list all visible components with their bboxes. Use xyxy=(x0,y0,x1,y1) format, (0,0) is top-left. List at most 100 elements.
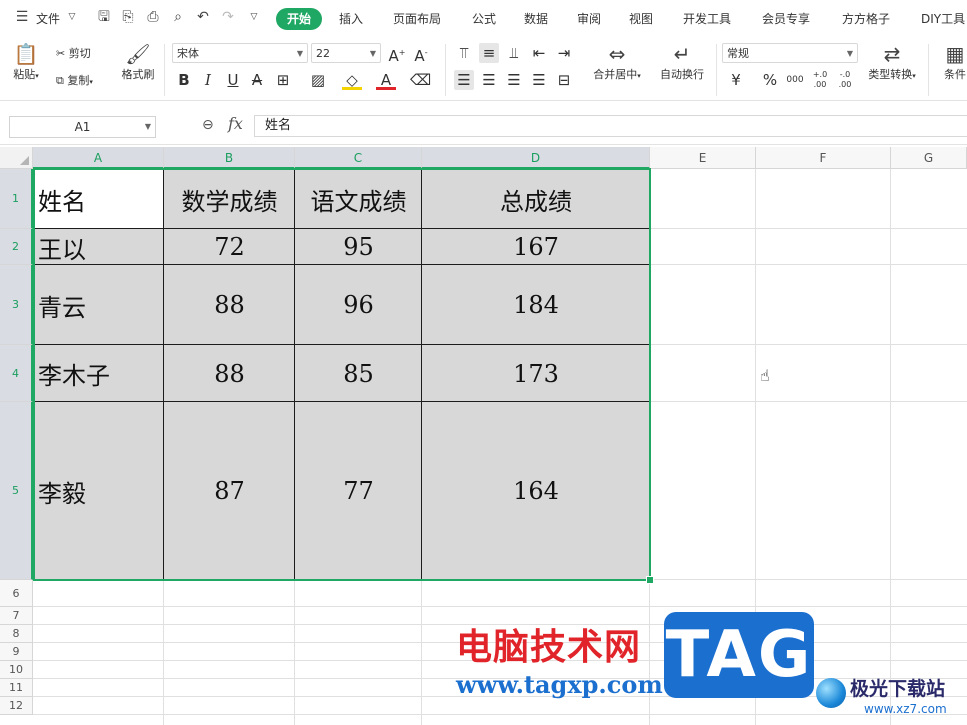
distributed-icon[interactable]: ⊟ xyxy=(554,70,574,90)
column-header-a[interactable]: A xyxy=(33,147,164,169)
cell-b3[interactable]: 88 xyxy=(164,265,295,345)
cell-a3[interactable]: 青云 xyxy=(33,265,164,345)
cell-d2[interactable]: 167 xyxy=(422,229,650,265)
hamburger-menu-icon[interactable]: ☰ xyxy=(14,9,30,25)
fx-icon[interactable]: fx xyxy=(228,114,243,133)
decrease-decimal-button[interactable]: -.0 .00 xyxy=(835,70,855,90)
percent-button[interactable]: % xyxy=(760,70,780,90)
cell-d1[interactable]: 总成绩 xyxy=(422,169,650,229)
select-all-corner[interactable] xyxy=(0,147,33,169)
strikethrough-icon[interactable]: A xyxy=(247,70,267,90)
fill-pattern-icon[interactable]: ▨ xyxy=(308,70,328,90)
tab-diy-tools[interactable]: DIY工具 xyxy=(921,10,965,27)
tab-view[interactable]: 视图 xyxy=(629,10,653,27)
fill-handle[interactable] xyxy=(646,576,654,584)
align-left-icon[interactable]: ☰ xyxy=(454,70,474,90)
number-format-select[interactable]: 常规 ▼ xyxy=(722,43,858,63)
cell-c3[interactable]: 96 xyxy=(295,265,422,345)
justify-icon[interactable]: ☰ xyxy=(529,70,549,90)
column-header-c[interactable]: C xyxy=(295,147,422,169)
bold-button[interactable]: B xyxy=(174,70,194,90)
row-header-12[interactable]: 12 xyxy=(0,697,33,715)
conditional-format-button[interactable]: ▦ 条件 xyxy=(940,42,967,82)
copy-button[interactable]: ⧉ 复制▾ xyxy=(56,72,93,88)
undo-icon[interactable]: ↶ xyxy=(195,9,211,25)
cell-b1[interactable]: 数学成绩 xyxy=(164,169,295,229)
cell-d4[interactable]: 173 xyxy=(422,345,650,402)
column-header-f[interactable]: F xyxy=(756,147,891,169)
chevron-down-icon[interactable]: ▼ xyxy=(145,117,151,137)
tab-page-layout[interactable]: 页面布局 xyxy=(393,10,441,27)
row-header-9[interactable]: 9 xyxy=(0,643,33,661)
cell-a5[interactable]: 李毅 xyxy=(33,402,164,580)
zoom-search-icon[interactable]: ⊖ xyxy=(202,117,214,133)
cell-c5[interactable]: 77 xyxy=(295,402,422,580)
quick-access-more-icon[interactable]: ▽ xyxy=(246,9,262,25)
align-middle-icon[interactable]: ≡ xyxy=(479,43,499,63)
tab-member[interactable]: 会员专享 xyxy=(762,10,810,27)
redo-icon[interactable]: ↷ xyxy=(220,9,236,25)
export-pdf-icon[interactable]: ⎘ xyxy=(120,9,136,25)
row-header-3[interactable]: 3 xyxy=(0,265,33,345)
decrease-indent-icon[interactable]: ⇤ xyxy=(529,43,549,63)
font-name-select[interactable]: 宋体 ▼ xyxy=(172,43,308,63)
format-painter-button[interactable]: 🖌 格式刷 xyxy=(118,42,158,82)
fill-color-icon[interactable]: ◇ xyxy=(342,70,362,90)
name-box[interactable]: A1 ▼ xyxy=(9,116,156,138)
border-icon[interactable]: ⊞ xyxy=(273,70,293,90)
wrap-text-button[interactable]: ↵ 自动换行 xyxy=(654,42,710,82)
print-preview-icon[interactable]: ⌕ xyxy=(170,9,186,25)
font-color-icon[interactable]: A xyxy=(376,70,396,90)
increase-indent-icon[interactable]: ⇥ xyxy=(554,43,574,63)
tab-fangfang[interactable]: 方方格子 xyxy=(842,10,890,27)
cell-b2[interactable]: 72 xyxy=(164,229,295,265)
column-header-e[interactable]: E xyxy=(650,147,756,169)
row-header-11[interactable]: 11 xyxy=(0,679,33,697)
cell-a1[interactable]: 姓名 xyxy=(33,169,164,229)
tab-insert[interactable]: 插入 xyxy=(339,10,363,27)
cell-d3[interactable]: 184 xyxy=(422,265,650,345)
save-icon[interactable]: 🖫 xyxy=(96,9,112,25)
paste-button[interactable]: 📋 粘贴▾ xyxy=(8,42,44,82)
row-header-2[interactable]: 2 xyxy=(0,229,33,265)
align-top-icon[interactable]: ⫪ xyxy=(454,43,474,63)
row-header-6[interactable]: 6 xyxy=(0,580,33,607)
type-convert-button[interactable]: ⇄ 类型转换▾ xyxy=(862,42,922,82)
column-header-b[interactable]: B xyxy=(164,147,295,169)
tab-home[interactable]: 开始 xyxy=(276,8,322,30)
row-header-10[interactable]: 10 xyxy=(0,661,33,679)
tab-review[interactable]: 审阅 xyxy=(577,10,601,27)
cell-b5[interactable]: 87 xyxy=(164,402,295,580)
cell-a4[interactable]: 李木子 xyxy=(33,345,164,402)
align-bottom-icon[interactable]: ⫫ xyxy=(504,43,524,63)
chevron-down-icon[interactable]: ▽ xyxy=(64,9,80,25)
currency-button[interactable]: ¥ xyxy=(726,70,746,90)
tab-data[interactable]: 数据 xyxy=(524,10,548,27)
cell-c1[interactable]: 语文成绩 xyxy=(295,169,422,229)
increase-decimal-button[interactable]: +.0 .00 xyxy=(810,70,830,90)
font-size-select[interactable]: 22 ▼ xyxy=(311,43,381,63)
align-center-icon[interactable]: ☰ xyxy=(479,70,499,90)
thousands-button[interactable]: 000 xyxy=(785,70,805,90)
merge-center-button[interactable]: ⇔ 合并居中▾ xyxy=(586,42,648,82)
print-icon[interactable]: ⎙ xyxy=(145,9,161,25)
italic-button[interactable]: I xyxy=(198,70,218,90)
column-header-d[interactable]: D xyxy=(422,147,650,169)
cell-c4[interactable]: 85 xyxy=(295,345,422,402)
row-header-7[interactable]: 7 xyxy=(0,607,33,625)
cut-button[interactable]: ✂ 剪切 xyxy=(56,45,91,61)
row-header-1[interactable]: 1 xyxy=(0,169,33,229)
row-header-8[interactable]: 8 xyxy=(0,625,33,643)
align-right-icon[interactable]: ☰ xyxy=(504,70,524,90)
row-header-4[interactable]: 4 xyxy=(0,345,33,402)
increase-font-icon[interactable]: A+ xyxy=(387,43,407,65)
decrease-font-icon[interactable]: A- xyxy=(411,43,431,65)
tab-developer[interactable]: 开发工具 xyxy=(683,10,731,27)
cell-c2[interactable]: 95 xyxy=(295,229,422,265)
clear-format-icon[interactable]: ⌫ xyxy=(410,70,431,90)
cell-d5[interactable]: 164 xyxy=(422,402,650,580)
formula-input[interactable]: 姓名 xyxy=(254,115,967,137)
column-header-g[interactable]: G xyxy=(891,147,967,169)
tab-formulas[interactable]: 公式 xyxy=(472,10,496,27)
row-header-5[interactable]: 5 xyxy=(0,402,33,580)
